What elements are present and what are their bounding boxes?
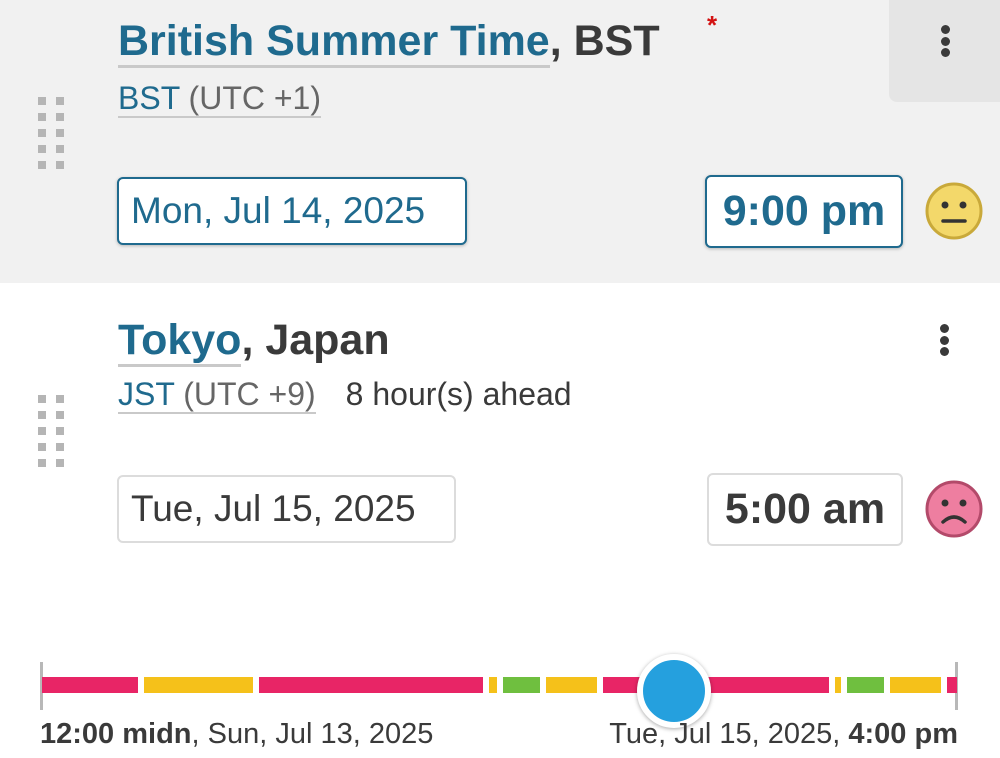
slider-segment: [890, 677, 941, 693]
tz-offset-link[interactable]: JST (UTC +9): [118, 376, 316, 414]
tz-abbr: BST: [118, 80, 180, 116]
timezone-title: Tokyo, Japan: [118, 316, 390, 367]
more-menu-button[interactable]: [889, 0, 1000, 102]
tz-offset-link[interactable]: BST (UTC +1): [118, 80, 321, 118]
timezone-region: , BST: [549, 17, 660, 65]
timezone-card-home: British Summer Time, BST * BST (UTC +1) …: [0, 0, 1000, 283]
offset-note: 8 hour(s) ahead: [345, 376, 572, 412]
time-slider[interactable]: [40, 654, 960, 728]
timezone-card-tokyo: Tokyo, Japan JST (UTC +9) 8 hour(s) ahead…: [0, 283, 1000, 583]
time-field[interactable]: 9:00 pm: [705, 175, 903, 248]
timezone-title: British Summer Time, BST: [118, 17, 660, 68]
slider-segment: [835, 677, 841, 693]
slider-segment: [546, 677, 597, 693]
timezone-link[interactable]: Tokyo: [118, 316, 242, 367]
tz-abbr: JST: [118, 376, 175, 412]
more-vert-icon[interactable]: [924, 320, 964, 360]
slider-knob[interactable]: [637, 654, 711, 728]
slider-segment: [489, 677, 497, 693]
timeline-start-label: 12:00 midn, Sun, Jul 13, 2025: [40, 718, 433, 751]
more-vert-icon: [925, 21, 965, 61]
slider-segment: [259, 677, 483, 693]
timeline-end-time: 4:00 pm: [848, 718, 958, 750]
timezone-subtitle: BST (UTC +1): [118, 80, 321, 118]
tz-utc-offset: (UTC +1): [179, 80, 321, 116]
date-field[interactable]: Tue, Jul 15, 2025: [117, 475, 456, 543]
timezone-link[interactable]: British Summer Time: [118, 17, 550, 68]
timezone-subtitle: JST (UTC +9) 8 hour(s) ahead: [118, 376, 572, 414]
tz-utc-offset: (UTC +9): [174, 376, 316, 412]
neutral-face-icon: [925, 182, 983, 240]
time-field[interactable]: 5:00 am: [707, 473, 903, 546]
timezone-region: , Japan: [241, 316, 390, 364]
timeline-start-time: 12:00 midn: [40, 718, 192, 750]
required-asterisk: *: [707, 10, 718, 40]
drag-handle-icon[interactable]: [38, 395, 66, 469]
drag-handle-icon[interactable]: [38, 97, 66, 171]
slider-segment: [144, 677, 253, 693]
slider-segment: [847, 677, 884, 693]
date-field[interactable]: Mon, Jul 14, 2025: [117, 177, 467, 245]
slider-segment: [503, 677, 540, 693]
timeline-start-date: , Sun, Jul 13, 2025: [191, 718, 434, 750]
timeline-end-date: Tue, Jul 15, 2025,: [609, 718, 849, 750]
timeline-end-label: Tue, Jul 15, 2025, 4:00 pm: [609, 718, 958, 751]
slider-segment: [947, 677, 957, 693]
slider-segment: [42, 677, 138, 693]
sad-face-icon: [925, 480, 983, 538]
